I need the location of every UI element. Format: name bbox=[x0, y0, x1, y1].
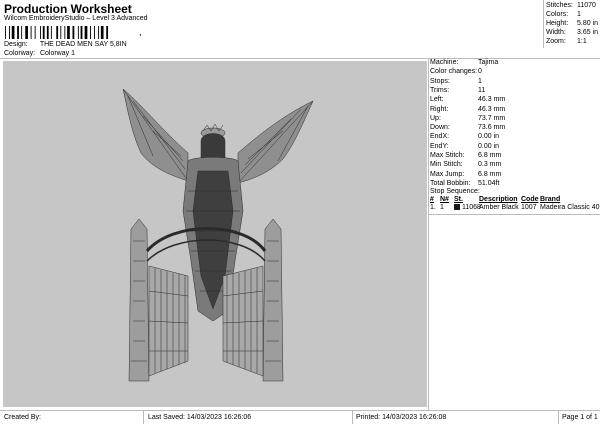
stat-zoom: Zoom: 1:1 bbox=[546, 38, 587, 45]
detail-label: Trims: bbox=[430, 86, 450, 94]
detail-value: 6.8 mm bbox=[478, 170, 502, 178]
stat-stitches: Stitches: 11070 bbox=[546, 2, 596, 9]
page-number: Page 1 of 1 bbox=[562, 414, 598, 421]
sequence-cell-brand: Madeira Classic 40 bbox=[540, 204, 600, 211]
detail-value: 1 bbox=[478, 77, 482, 85]
stat-height: Height: 5.80 in bbox=[546, 20, 599, 27]
design-preview bbox=[3, 61, 427, 407]
stop-sequence-title: Stop Sequence: bbox=[430, 188, 480, 195]
sequence-cell-st: 11068 bbox=[454, 204, 481, 211]
stat-colors: Colors: 1 bbox=[546, 11, 581, 18]
detail-label: Max Jump: bbox=[430, 170, 465, 178]
detail-value: 6.8 mm bbox=[478, 152, 502, 159]
sequence-header-n: N# bbox=[440, 196, 449, 203]
last-saved: Last Saved: 14/03/2023 16:26:06 bbox=[148, 414, 252, 421]
detail-row: Up: 73.7 mm bbox=[430, 115, 505, 122]
detail-row: Stops: 1 bbox=[430, 78, 482, 85]
detail-label: Machine: bbox=[430, 59, 459, 66]
detail-label: Down: bbox=[430, 124, 450, 132]
detail-row: EndY: 0.00 in bbox=[430, 143, 499, 150]
detail-label: Total Bobbin: bbox=[430, 179, 471, 187]
stats-panel: Stitches: 11070 Colors: 1 Height: 5.80 in W… bbox=[543, 0, 600, 48]
sequence-header-description: Description bbox=[479, 196, 518, 203]
design-label: Design: bbox=[4, 41, 28, 48]
detail-row: Left: 46.3 mm bbox=[430, 96, 505, 103]
footer: Created By: Last Saved: 14/03/2023 16:26… bbox=[0, 410, 600, 425]
page-title: Production Worksheet bbox=[4, 2, 132, 16]
sequence-header-num: # bbox=[430, 196, 434, 203]
detail-row: Min Stitch: 0.3 mm bbox=[430, 161, 501, 168]
detail-label: Stops: bbox=[430, 77, 450, 85]
header-divider bbox=[0, 58, 600, 59]
detail-label: EndY: bbox=[430, 142, 449, 150]
detail-value: Tajima bbox=[478, 59, 499, 66]
detail-value: 0.3 mm bbox=[478, 161, 502, 169]
detail-value: 51.04ft bbox=[478, 179, 500, 187]
sequence-header-st: St. bbox=[454, 196, 463, 203]
detail-label: Max Stitch: bbox=[430, 152, 465, 159]
detail-row: EndX: 0.00 in bbox=[430, 133, 499, 140]
created-by: Created By: bbox=[4, 414, 41, 421]
detail-row: Right: 46.3 mm bbox=[430, 106, 505, 113]
detail-row: Down: 73.6 mm bbox=[430, 124, 505, 131]
detail-value: 73.6 mm bbox=[478, 124, 506, 132]
embroidery-design-image bbox=[122, 88, 314, 382]
detail-value: 0.00 in bbox=[478, 142, 500, 150]
detail-label: EndX: bbox=[430, 133, 450, 141]
colorway-label: Colorway: bbox=[4, 50, 36, 57]
panel-divider bbox=[428, 58, 429, 410]
detail-value: 11 bbox=[478, 86, 486, 94]
detail-value: 0.00 in bbox=[478, 133, 500, 141]
printed-date: Printed: 14/03/2023 16:26:08 bbox=[356, 414, 447, 421]
thread-color-swatch bbox=[454, 204, 460, 210]
detail-label: Up: bbox=[430, 114, 441, 122]
colorway-row: Colorway: Colorway 1 bbox=[4, 50, 75, 57]
detail-value: 0 bbox=[478, 68, 482, 76]
detail-row: Trims: 11 bbox=[430, 87, 485, 94]
detail-value: 46.3 mm bbox=[478, 105, 506, 113]
detail-row: Color changes:0 bbox=[430, 68, 482, 75]
colorway-value: Colorway 1 bbox=[39, 50, 75, 57]
detail-label: Min Stitch: bbox=[430, 161, 463, 169]
design-value: THE DEAD MEN SAY 5,8IN bbox=[39, 41, 127, 48]
detail-row: Max Stitch: 6.8 mm bbox=[430, 152, 501, 159]
sequence-cell-n: 1 bbox=[440, 204, 444, 211]
sequence-header-brand: Brand bbox=[540, 196, 561, 203]
detail-row: Machine: Tajima bbox=[430, 59, 498, 66]
barcode-suffix: , bbox=[139, 27, 142, 37]
design-row: Design: THE DEAD MEN SAY 5,8IN bbox=[4, 41, 127, 48]
detail-label: Right: bbox=[430, 105, 449, 113]
detail-row: Total Bobbin: 51.04ft bbox=[430, 180, 499, 187]
sequence-header-code: Code bbox=[521, 196, 539, 203]
detail-row: Max Jump: 6.8 mm bbox=[430, 171, 501, 178]
software-subtitle: Wilcom EmbroideryStudio – Level 3 Advanc… bbox=[4, 15, 148, 22]
stat-width: Width: 3.65 in bbox=[546, 29, 599, 36]
sequence-cell-description: Amber Black bbox=[479, 204, 519, 211]
detail-value: 46.3 mm bbox=[478, 96, 506, 104]
detail-label: Color changes: bbox=[430, 68, 478, 76]
detail-value: 73.7 mm bbox=[478, 114, 506, 122]
barcode bbox=[5, 26, 109, 39]
detail-label: Left: bbox=[430, 96, 444, 104]
sequence-cell-num: 1. bbox=[430, 204, 436, 211]
sequence-cell-code: 1007 bbox=[521, 204, 537, 211]
